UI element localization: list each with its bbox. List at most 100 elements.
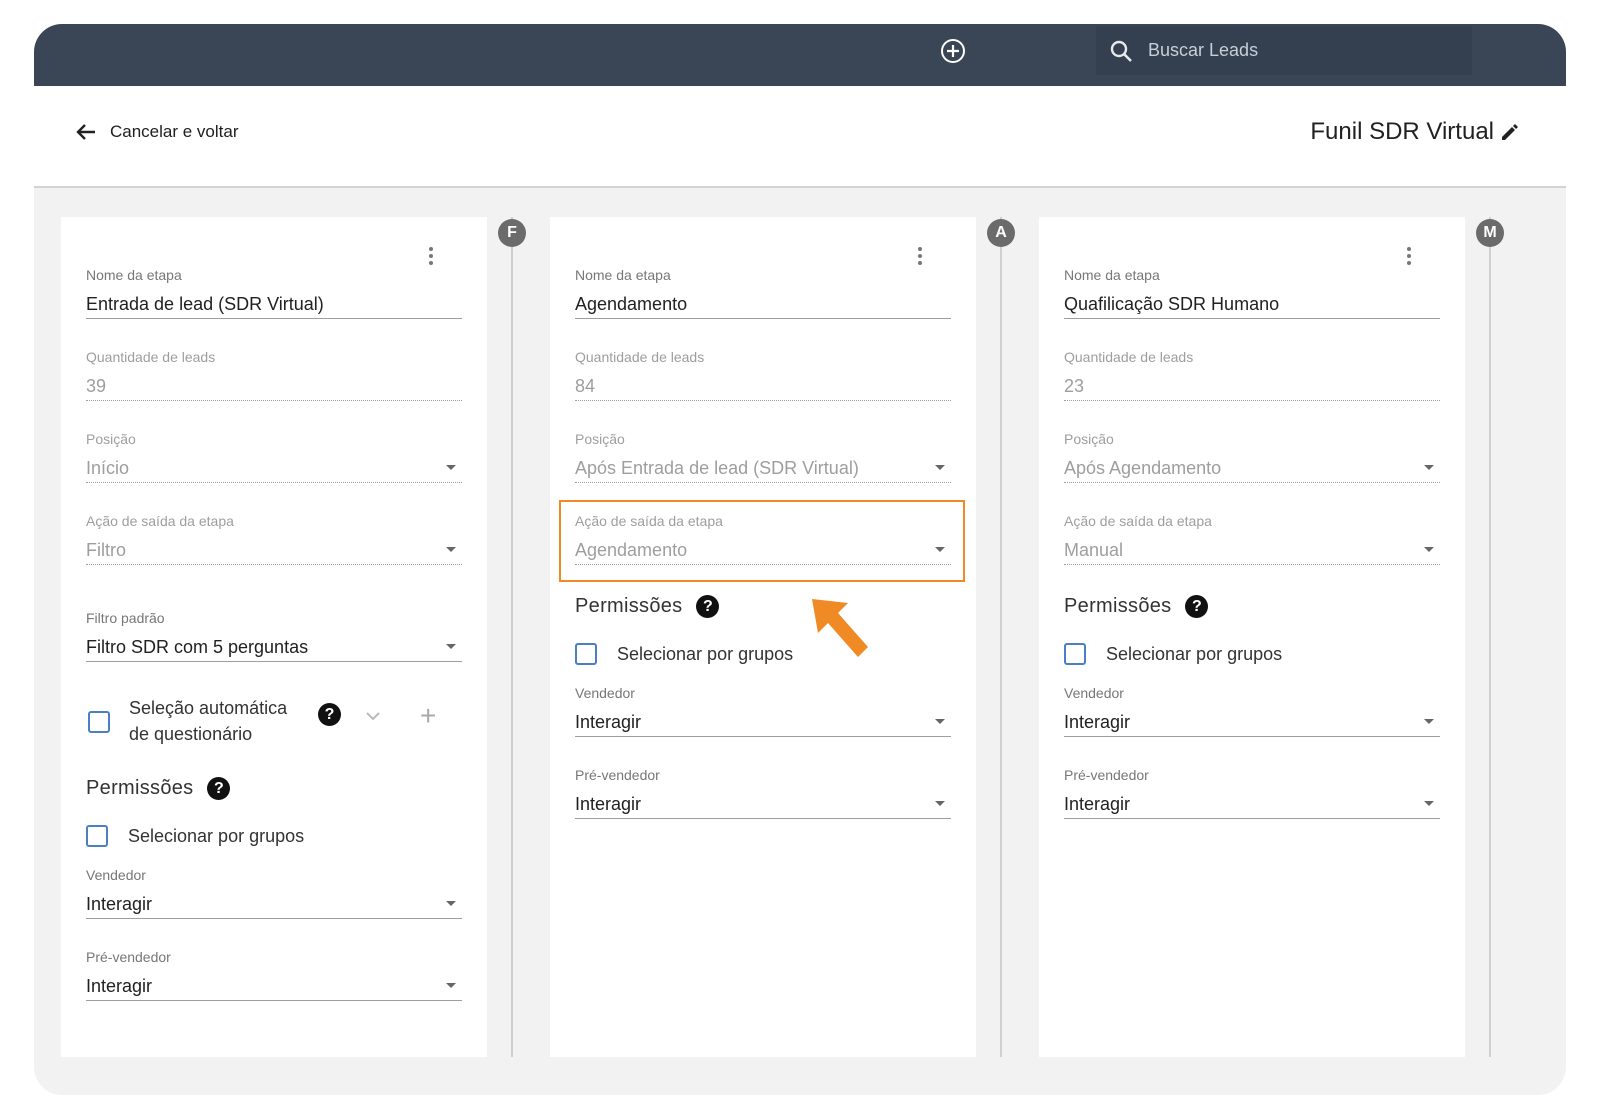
lead-quantity-label: Quantidade de leads <box>575 349 705 365</box>
presales-value: Interagir <box>86 975 153 996</box>
stages-board: Nome da etapa Entrada de lead (SDR Virtu… <box>34 190 1566 1095</box>
permissions-heading: Permissões ? <box>575 595 720 618</box>
presales-label: Pré-vendedor <box>575 767 660 783</box>
auto-questionnaire-label: Seleção automática de questionário <box>129 698 288 744</box>
caret-down-icon <box>935 801 945 806</box>
position-value: Após Agendamento <box>1064 457 1222 478</box>
exit-action-label: Ação de saída da etapa <box>86 513 234 529</box>
presales-label: Pré-vendedor <box>86 949 171 965</box>
seller-permission-select[interactable]: Vendedor Interagir <box>575 685 951 737</box>
caret-down-icon <box>446 465 456 470</box>
permissions-title: Permissões <box>1064 595 1172 617</box>
seller-value: Interagir <box>1064 711 1131 732</box>
permissions-heading: Permissões ? <box>86 777 231 800</box>
help-icon[interactable]: ? <box>207 777 231 800</box>
stage-divider <box>511 217 513 1057</box>
position-select[interactable]: Posição Início <box>86 431 462 483</box>
stage-divider <box>1489 217 1491 1057</box>
default-filter-value: Filtro SDR com 5 perguntas <box>86 636 309 657</box>
exit-action-select[interactable]: Ação de saída da etapa Filtro <box>86 513 462 565</box>
lead-quantity-field: Quantidade de leads 23 <box>1064 349 1440 401</box>
page-header: Cancelar e voltar Funil SDR Virtual <box>34 86 1566 188</box>
seller-value: Interagir <box>575 711 642 732</box>
select-by-groups-label: Selecionar por grupos <box>1106 643 1283 664</box>
help-icon[interactable]: ? <box>318 703 341 726</box>
search-icon <box>1108 38 1134 64</box>
pencil-icon[interactable] <box>1498 119 1524 145</box>
caret-down-icon <box>935 719 945 724</box>
select-by-groups-row: Selecionar por grupos <box>86 825 304 847</box>
lead-quantity-value: 84 <box>575 375 596 396</box>
seller-label: Vendedor <box>1064 685 1124 701</box>
more-options-icon[interactable] <box>914 245 926 267</box>
caret-down-icon <box>1424 465 1434 470</box>
add-questionnaire-icon[interactable]: + <box>420 702 436 730</box>
stage-name-value: Quafilicação SDR Humano <box>1064 293 1280 314</box>
seller-permission-select[interactable]: Vendedor Interagir <box>86 867 462 919</box>
position-select[interactable]: Posição Após Entrada de lead (SDR Virtua… <box>575 431 951 483</box>
pointer-arrow-icon <box>812 599 868 657</box>
presales-value: Interagir <box>575 793 642 814</box>
lead-quantity-field: Quantidade de leads 39 <box>86 349 462 401</box>
stage-name-field[interactable]: Nome da etapa Agendamento <box>575 267 951 319</box>
exit-action-select[interactable]: Ação de saída da etapa Agendamento <box>575 513 951 565</box>
caret-down-icon <box>935 547 945 552</box>
stage-divider <box>1000 217 1002 1057</box>
caret-down-icon <box>446 901 456 906</box>
lead-quantity-value: 23 <box>1064 375 1085 396</box>
add-button[interactable] <box>938 36 968 66</box>
lead-quantity-value: 39 <box>86 375 107 396</box>
presales-permission-select[interactable]: Pré-vendedor Interagir <box>1064 767 1440 819</box>
stage-name-field[interactable]: Nome da etapa Quafilicação SDR Humano <box>1064 267 1440 319</box>
lead-quantity-field: Quantidade de leads 84 <box>575 349 951 401</box>
select-by-groups-checkbox[interactable] <box>1064 643 1086 665</box>
position-label: Posição <box>1064 431 1114 447</box>
position-value: Após Entrada de lead (SDR Virtual) <box>575 457 859 478</box>
select-by-groups-checkbox[interactable] <box>575 643 597 665</box>
position-select[interactable]: Posição Após Agendamento <box>1064 431 1440 483</box>
exit-action-label: Ação de saída da etapa <box>1064 513 1212 529</box>
more-options-icon[interactable] <box>1403 245 1415 267</box>
presales-permission-select[interactable]: Pré-vendedor Interagir <box>86 949 462 1001</box>
exit-action-select[interactable]: Ação de saída da etapa Manual <box>1064 513 1440 565</box>
more-options-icon[interactable] <box>425 245 437 267</box>
cancel-back-button[interactable]: Cancelar e voltar <box>74 119 239 145</box>
stage-type-badge: F <box>498 219 526 247</box>
plus-circle-icon <box>941 39 965 63</box>
stage-card: Nome da etapa Entrada de lead (SDR Virtu… <box>61 217 487 1057</box>
stage-name-label: Nome da etapa <box>86 267 182 283</box>
position-label: Posição <box>575 431 625 447</box>
help-icon[interactable]: ? <box>696 595 720 618</box>
stage-name-value: Agendamento <box>575 293 688 314</box>
caret-down-icon <box>1424 547 1434 552</box>
presales-value: Interagir <box>1064 793 1131 814</box>
caret-down-icon <box>446 983 456 988</box>
search-input[interactable] <box>1148 40 1448 61</box>
default-filter-select[interactable]: Filtro padrão Filtro SDR com 5 perguntas <box>86 610 462 662</box>
caret-down-icon <box>1424 801 1434 806</box>
lead-quantity-label: Quantidade de leads <box>1064 349 1194 365</box>
search-box[interactable] <box>1096 26 1472 75</box>
presales-label: Pré-vendedor <box>1064 767 1149 783</box>
presales-permission-select[interactable]: Pré-vendedor Interagir <box>575 767 951 819</box>
caret-down-icon <box>1424 719 1434 724</box>
seller-label: Vendedor <box>575 685 635 701</box>
stage-card: Nome da etapa Quafilicação SDR Humano Qu… <box>1039 217 1465 1057</box>
app-window: Cancelar e voltar Funil SDR Virtual Nome… <box>34 24 1566 1095</box>
stage-name-value: Entrada de lead (SDR Virtual) <box>86 293 324 314</box>
auto-questionnaire-checkbox[interactable] <box>88 711 110 733</box>
seller-permission-select[interactable]: Vendedor Interagir <box>1064 685 1440 737</box>
permissions-title: Permissões <box>86 777 194 799</box>
select-by-groups-row: Selecionar por grupos <box>1064 643 1282 665</box>
permissions-title: Permissões <box>575 595 683 617</box>
exit-action-value: Agendamento <box>575 539 688 560</box>
help-icon[interactable]: ? <box>1185 595 1209 618</box>
chevron-down-icon[interactable] <box>364 707 382 725</box>
stage-name-field[interactable]: Nome da etapa Entrada de lead (SDR Virtu… <box>86 267 462 319</box>
exit-action-value: Manual <box>1064 539 1124 560</box>
select-by-groups-checkbox[interactable] <box>86 825 108 847</box>
exit-action-value: Filtro <box>86 539 126 560</box>
auto-questionnaire-row: Seleção automática de questionário ? + <box>86 695 462 747</box>
stage-name-label: Nome da etapa <box>575 267 671 283</box>
seller-label: Vendedor <box>86 867 146 883</box>
